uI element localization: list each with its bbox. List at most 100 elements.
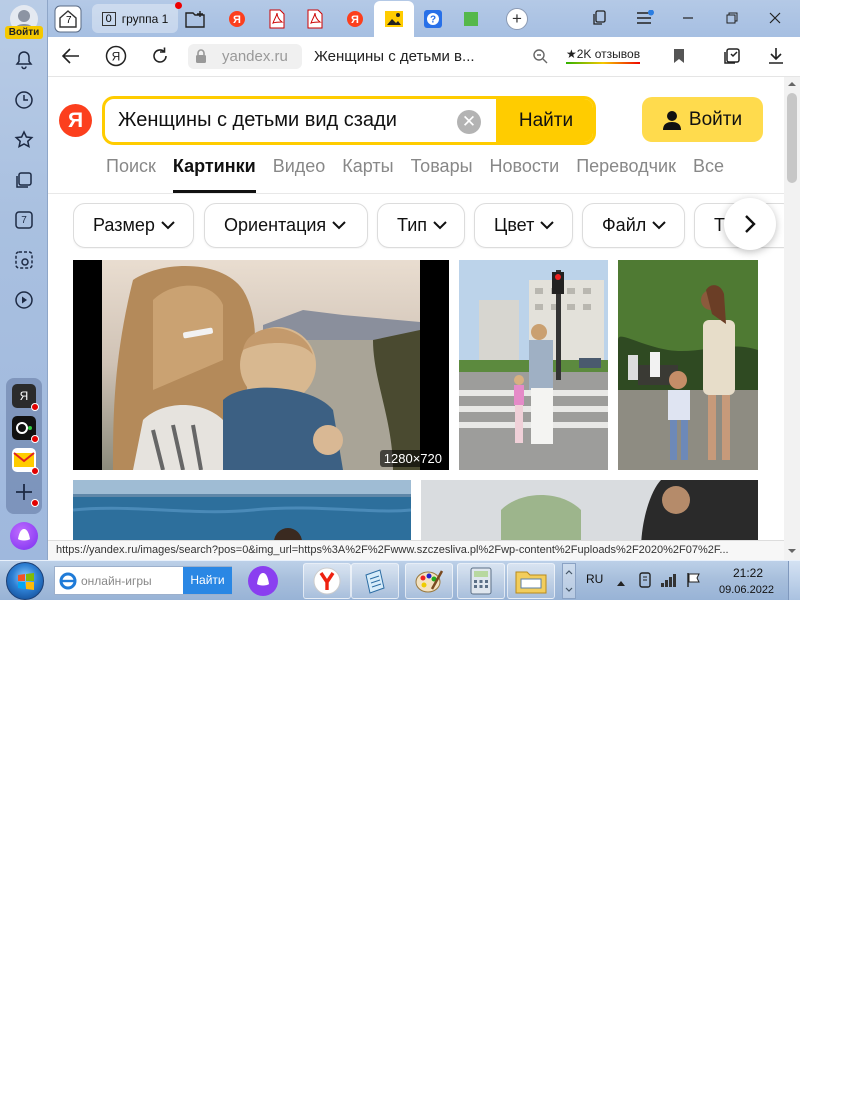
taskbar-search-input[interactable]: онлайн-игры: [81, 574, 152, 588]
bookmarks-star-icon[interactable]: [12, 128, 36, 152]
taskbar-scroll[interactable]: [562, 563, 576, 599]
svg-text:Я: Я: [112, 50, 121, 64]
windows-taskbar: онлайн-игры Найти RU 21:22 09.06.2022: [0, 560, 800, 600]
paint-palette-icon: [415, 570, 444, 593]
alice-assistant-icon[interactable]: [10, 522, 38, 550]
download-icon[interactable]: [768, 47, 784, 70]
search-input[interactable]: Женщины с детьми вид сзади: [118, 109, 397, 132]
tray-language[interactable]: RU: [586, 572, 603, 586]
woman-holding-child-photo: [102, 260, 420, 470]
scroll-down-arrow-icon[interactable]: [784, 544, 800, 558]
zoom-icon[interactable]: [532, 48, 548, 69]
image-size-label: 1280×720: [379, 450, 446, 467]
page-scrollbar[interactable]: [784, 77, 800, 560]
mail-app-icon[interactable]: [12, 448, 39, 475]
search-button[interactable]: Найти: [496, 99, 593, 142]
tab-pdf-2[interactable]: [302, 4, 328, 33]
video-play-icon[interactable]: [12, 288, 36, 312]
collections-icon[interactable]: [12, 168, 36, 192]
service-tab-video[interactable]: Видео: [273, 156, 326, 188]
image-result-1[interactable]: 1280×720: [73, 260, 449, 470]
tab-yandex-2[interactable]: Я: [342, 4, 368, 33]
chevron-down-icon: [433, 221, 447, 230]
screenshot-camera-icon[interactable]: [12, 248, 36, 272]
crosswalk-photo: [459, 260, 608, 470]
lock-icon[interactable]: [195, 49, 207, 69]
taskbar-notepad[interactable]: [351, 563, 399, 599]
tray-device-icon[interactable]: [637, 572, 653, 593]
tab-pdf-1[interactable]: [264, 4, 290, 33]
yandex-app-icon[interactable]: Я: [12, 384, 39, 411]
add-app-icon[interactable]: [12, 480, 39, 507]
taskbar-paint[interactable]: [405, 563, 453, 599]
taskbar-calculator[interactable]: [457, 563, 505, 599]
yandex-home-icon[interactable]: Я: [105, 45, 127, 72]
tab-counter-icon[interactable]: 7: [12, 208, 36, 232]
tab-help[interactable]: ?: [420, 4, 446, 33]
restore-button[interactable]: [719, 6, 745, 30]
taskbar-explorer[interactable]: [507, 563, 555, 599]
chevron-down-icon: [540, 221, 555, 230]
tab-home[interactable]: 7: [52, 4, 84, 33]
image-result-3[interactable]: [618, 260, 758, 470]
tab-yandex-1[interactable]: Я: [224, 4, 250, 33]
filter-bar: Размер Ориентация Тип Цвет Файл Т: [73, 203, 784, 249]
tray-action-center-flag-icon[interactable]: [686, 572, 702, 593]
close-window-button[interactable]: [762, 6, 788, 30]
page-content: Я Женщины с детьми вид сзади ✕ Найти Вой…: [48, 77, 784, 541]
bookmark-icon[interactable]: [673, 48, 685, 69]
menu-icon[interactable]: [632, 6, 658, 30]
tray-network-icon[interactable]: [660, 573, 678, 592]
taskbar-yandex-browser[interactable]: [303, 563, 351, 599]
service-tab-translator[interactable]: Переводчик: [576, 156, 676, 188]
yandex-logo[interactable]: Я: [59, 104, 92, 137]
new-group-icon[interactable]: [182, 4, 208, 33]
filter-size[interactable]: Размер: [73, 203, 194, 248]
bell-icon[interactable]: [12, 48, 36, 72]
service-tab-goods[interactable]: Товары: [411, 156, 473, 188]
service-tab-news[interactable]: Новости: [490, 156, 560, 188]
login-button[interactable]: Войти: [642, 97, 763, 142]
filters-next-button[interactable]: [724, 198, 776, 250]
service-tab-maps[interactable]: Карты: [342, 156, 393, 188]
back-arrow-icon[interactable]: [61, 48, 80, 69]
service-tab-images[interactable]: Картинки: [172, 156, 256, 193]
taskbar-search-button[interactable]: Найти: [183, 567, 232, 594]
collections-toolbar-icon[interactable]: [722, 46, 742, 71]
image-result-2[interactable]: [459, 260, 608, 470]
image-result-5[interactable]: [421, 480, 758, 541]
filter-orientation[interactable]: Ориентация: [204, 203, 368, 248]
start-button[interactable]: [6, 562, 44, 600]
history-clock-icon[interactable]: [12, 88, 36, 112]
show-desktop-button[interactable]: [788, 561, 800, 600]
service-tab-all[interactable]: Все: [693, 156, 724, 188]
login-badge[interactable]: Войти: [5, 26, 43, 39]
scroll-thumb[interactable]: [787, 93, 797, 183]
clock-time[interactable]: 21:22: [733, 566, 763, 580]
filter-size-label: Размер: [93, 215, 155, 235]
clear-search-icon[interactable]: ✕: [457, 110, 481, 134]
chevron-down-icon: [332, 221, 346, 230]
filter-color[interactable]: Цвет: [474, 203, 573, 248]
minimize-button[interactable]: [675, 6, 701, 30]
tray-show-hidden-icon[interactable]: [615, 575, 627, 593]
tab-images-active[interactable]: [374, 1, 414, 37]
filter-file[interactable]: Файл: [582, 203, 685, 248]
new-tab-button[interactable]: +: [504, 4, 530, 33]
filter-orientation-label: Ориентация: [224, 215, 327, 235]
login-button-label: Войти: [688, 108, 743, 130]
service-tab-search[interactable]: Поиск: [106, 156, 156, 188]
url-text[interactable]: yandex.ru: [222, 48, 288, 65]
tab-group[interactable]: 0 группа 1: [92, 2, 182, 33]
reload-icon[interactable]: [150, 46, 170, 71]
messenger-app-icon[interactable]: [12, 416, 39, 443]
folder-icon: [515, 571, 547, 594]
tabs-list-icon[interactable]: [587, 6, 613, 30]
reviews-badge[interactable]: ★2K отзывов: [566, 47, 641, 64]
clock-date[interactable]: 09.06.2022: [719, 584, 774, 596]
tab-green[interactable]: [458, 4, 484, 33]
scroll-up-arrow-icon[interactable]: [784, 77, 800, 91]
taskbar-alice-icon[interactable]: [247, 565, 279, 600]
image-result-4[interactable]: [73, 480, 411, 541]
filter-type[interactable]: Тип: [377, 203, 465, 248]
